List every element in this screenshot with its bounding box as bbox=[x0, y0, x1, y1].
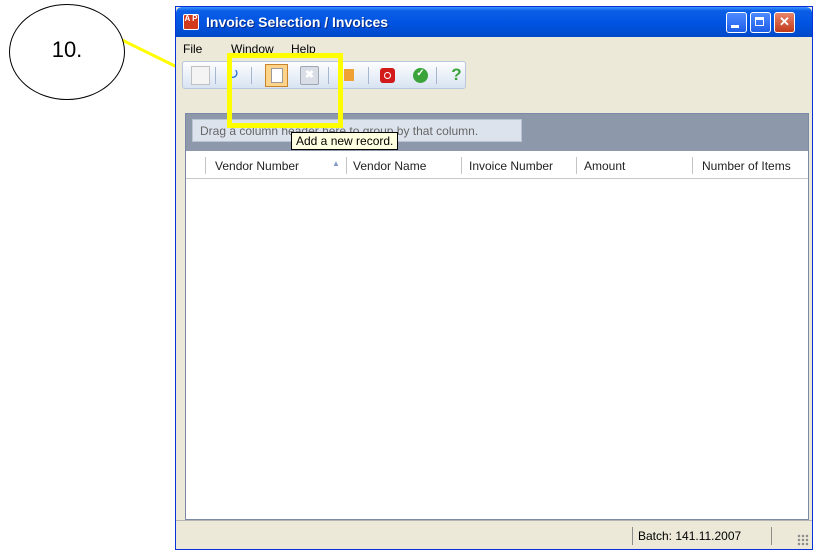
title-bar[interactable]: A P Invoice Selection / Invoices bbox=[176, 7, 812, 37]
column-divider bbox=[576, 157, 577, 174]
refresh-icon[interactable]: ↻ bbox=[223, 66, 242, 85]
status-divider bbox=[632, 527, 633, 545]
flag-icon[interactable] bbox=[340, 66, 359, 85]
invoice-grid: Drag a column header here to group by th… bbox=[185, 113, 809, 520]
app-icon: A P bbox=[183, 14, 199, 30]
new-record-tooltip: Add a new record. bbox=[291, 132, 399, 150]
edit-icon[interactable] bbox=[191, 66, 210, 85]
column-header-amount[interactable]: Amount bbox=[584, 159, 625, 173]
new-document-icon[interactable] bbox=[265, 64, 288, 87]
menu-file[interactable]: File bbox=[183, 42, 202, 56]
column-divider bbox=[205, 157, 206, 174]
menu-window[interactable]: Window bbox=[231, 42, 274, 56]
status-bar: Batch: 141.11.2007 bbox=[176, 520, 812, 549]
maximize-button[interactable] bbox=[750, 12, 771, 33]
column-divider bbox=[346, 157, 347, 174]
column-header-number-of-items[interactable]: Number of Items bbox=[702, 159, 791, 173]
column-divider bbox=[461, 157, 462, 174]
sort-ascending-icon: ▲ bbox=[332, 159, 340, 168]
column-header-invoice-number[interactable]: Invoice Number bbox=[469, 159, 553, 173]
step-callout-bubble: 10. bbox=[9, 4, 125, 100]
close-button[interactable] bbox=[774, 12, 795, 33]
toolbar: ↻ ✖ ? bbox=[182, 61, 466, 89]
resize-grip-icon[interactable] bbox=[797, 534, 809, 546]
column-divider bbox=[692, 157, 693, 174]
step-callout-number: 10. bbox=[51, 37, 83, 62]
toolbar-separator bbox=[368, 67, 369, 84]
help-icon[interactable]: ? bbox=[447, 66, 466, 85]
invoice-window: A P Invoice Selection / Invoices File Wi… bbox=[175, 6, 813, 550]
group-by-panel[interactable]: Drag a column header here to group by th… bbox=[186, 114, 808, 151]
toolbar-separator bbox=[436, 67, 437, 84]
toolbar-separator bbox=[328, 67, 329, 84]
status-divider bbox=[771, 527, 772, 545]
window-title: Invoice Selection / Invoices bbox=[206, 14, 389, 30]
menu-bar: File Window Help bbox=[179, 39, 809, 59]
toolbar-separator bbox=[251, 67, 252, 84]
batch-status: Batch: 141.11.2007 bbox=[638, 529, 742, 543]
column-header-vendor-number[interactable]: Vendor Number bbox=[215, 159, 299, 173]
ok-icon[interactable] bbox=[411, 66, 430, 85]
minimize-button[interactable] bbox=[726, 12, 747, 33]
stop-icon[interactable] bbox=[378, 66, 397, 85]
grid-header-row: Vendor Number ▲ Vendor Name Invoice Numb… bbox=[186, 154, 808, 179]
delete-icon[interactable]: ✖ bbox=[300, 66, 319, 85]
toolbar-separator bbox=[215, 67, 216, 84]
menu-help[interactable]: Help bbox=[291, 42, 316, 56]
column-header-vendor-name[interactable]: Vendor Name bbox=[353, 159, 426, 173]
